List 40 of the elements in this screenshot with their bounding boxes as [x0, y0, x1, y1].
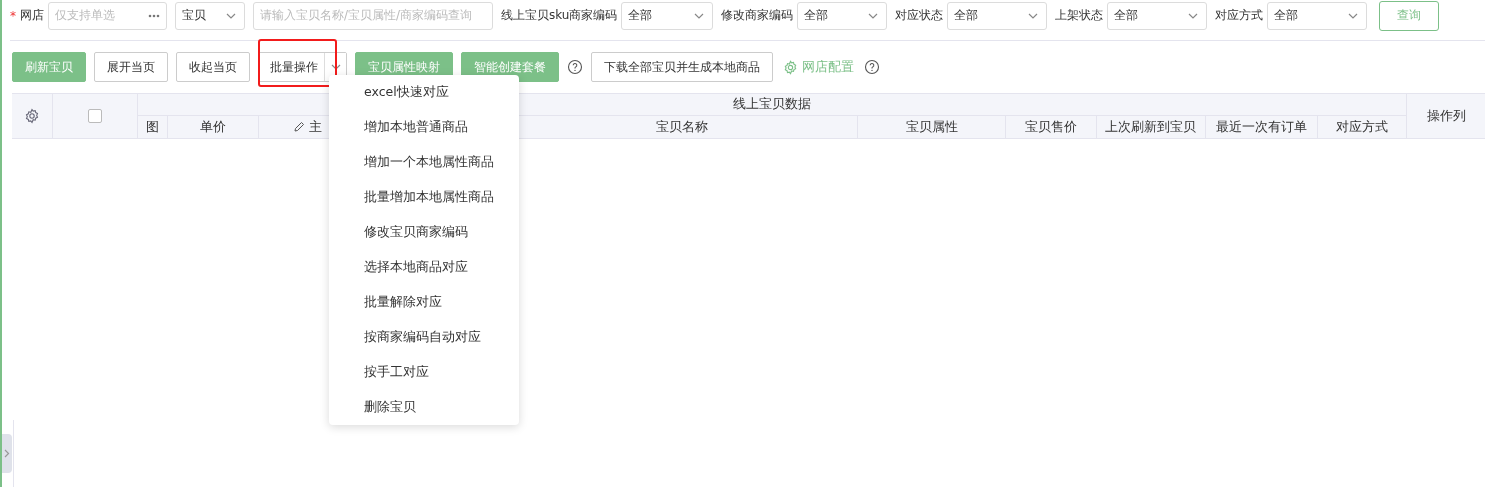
- menu-item[interactable]: 按手工对应: [329, 355, 519, 390]
- menu-item[interactable]: 修改宝贝商家编码: [329, 215, 519, 250]
- column-header: 宝贝售价: [1006, 116, 1097, 138]
- field-label: 对应方式: [1215, 7, 1264, 24]
- help-icon[interactable]: [567, 59, 583, 75]
- field-label: 网店: [20, 7, 44, 24]
- settings-icon: [783, 59, 798, 75]
- dropdown[interactable]: 全部: [947, 1, 1048, 30]
- menu-item[interactable]: 增加一个本地属性商品: [329, 145, 519, 180]
- column-header: 最近一次有订单: [1206, 116, 1318, 138]
- field-label: 对应状态: [895, 7, 944, 24]
- dropdown[interactable]: 全部: [797, 1, 888, 30]
- dropdown[interactable]: 全部: [1107, 1, 1208, 30]
- field-label: 修改商家编码: [721, 7, 794, 24]
- menu-item[interactable]: 删除宝贝: [329, 390, 519, 425]
- column-header: 上次刷新到宝贝: [1096, 116, 1207, 138]
- checkbox[interactable]: [88, 109, 102, 123]
- column-header: 对应方式: [1334, 117, 1389, 136]
- required-mark: *: [10, 8, 16, 23]
- dropdown[interactable]: 宝贝: [175, 1, 245, 30]
- toolbar-button[interactable]: 收起当页: [176, 52, 250, 82]
- column-header: 单价: [167, 116, 260, 138]
- settings-icon[interactable]: [24, 108, 40, 124]
- dropdown[interactable]: 全部: [621, 1, 714, 30]
- column-header: 图: [138, 116, 168, 138]
- more-icon: [148, 13, 160, 18]
- chevron-right-icon: [4, 449, 10, 458]
- pencil-icon: [293, 121, 306, 133]
- column-header: 操作列: [1425, 106, 1467, 125]
- toolbar-button[interactable]: 下载全部宝贝并生成本地商品: [591, 52, 773, 82]
- menu-item[interactable]: 批量解除对应: [329, 285, 519, 320]
- help-icon[interactable]: [864, 59, 880, 75]
- menu-item[interactable]: 选择本地商品对应: [329, 250, 519, 285]
- field-label: 线上宝贝sku商家编码: [501, 7, 618, 24]
- column-header: 宝贝属性: [858, 116, 1007, 138]
- menu-item[interactable]: 按商家编码自动对应: [329, 320, 519, 355]
- menu-item[interactable]: 批量增加本地属性商品: [329, 180, 519, 215]
- toolbar-button[interactable]: 展开当页: [94, 52, 168, 82]
- dropdown[interactable]: 全部: [1267, 1, 1368, 30]
- field-label: 上架状态: [1055, 7, 1104, 24]
